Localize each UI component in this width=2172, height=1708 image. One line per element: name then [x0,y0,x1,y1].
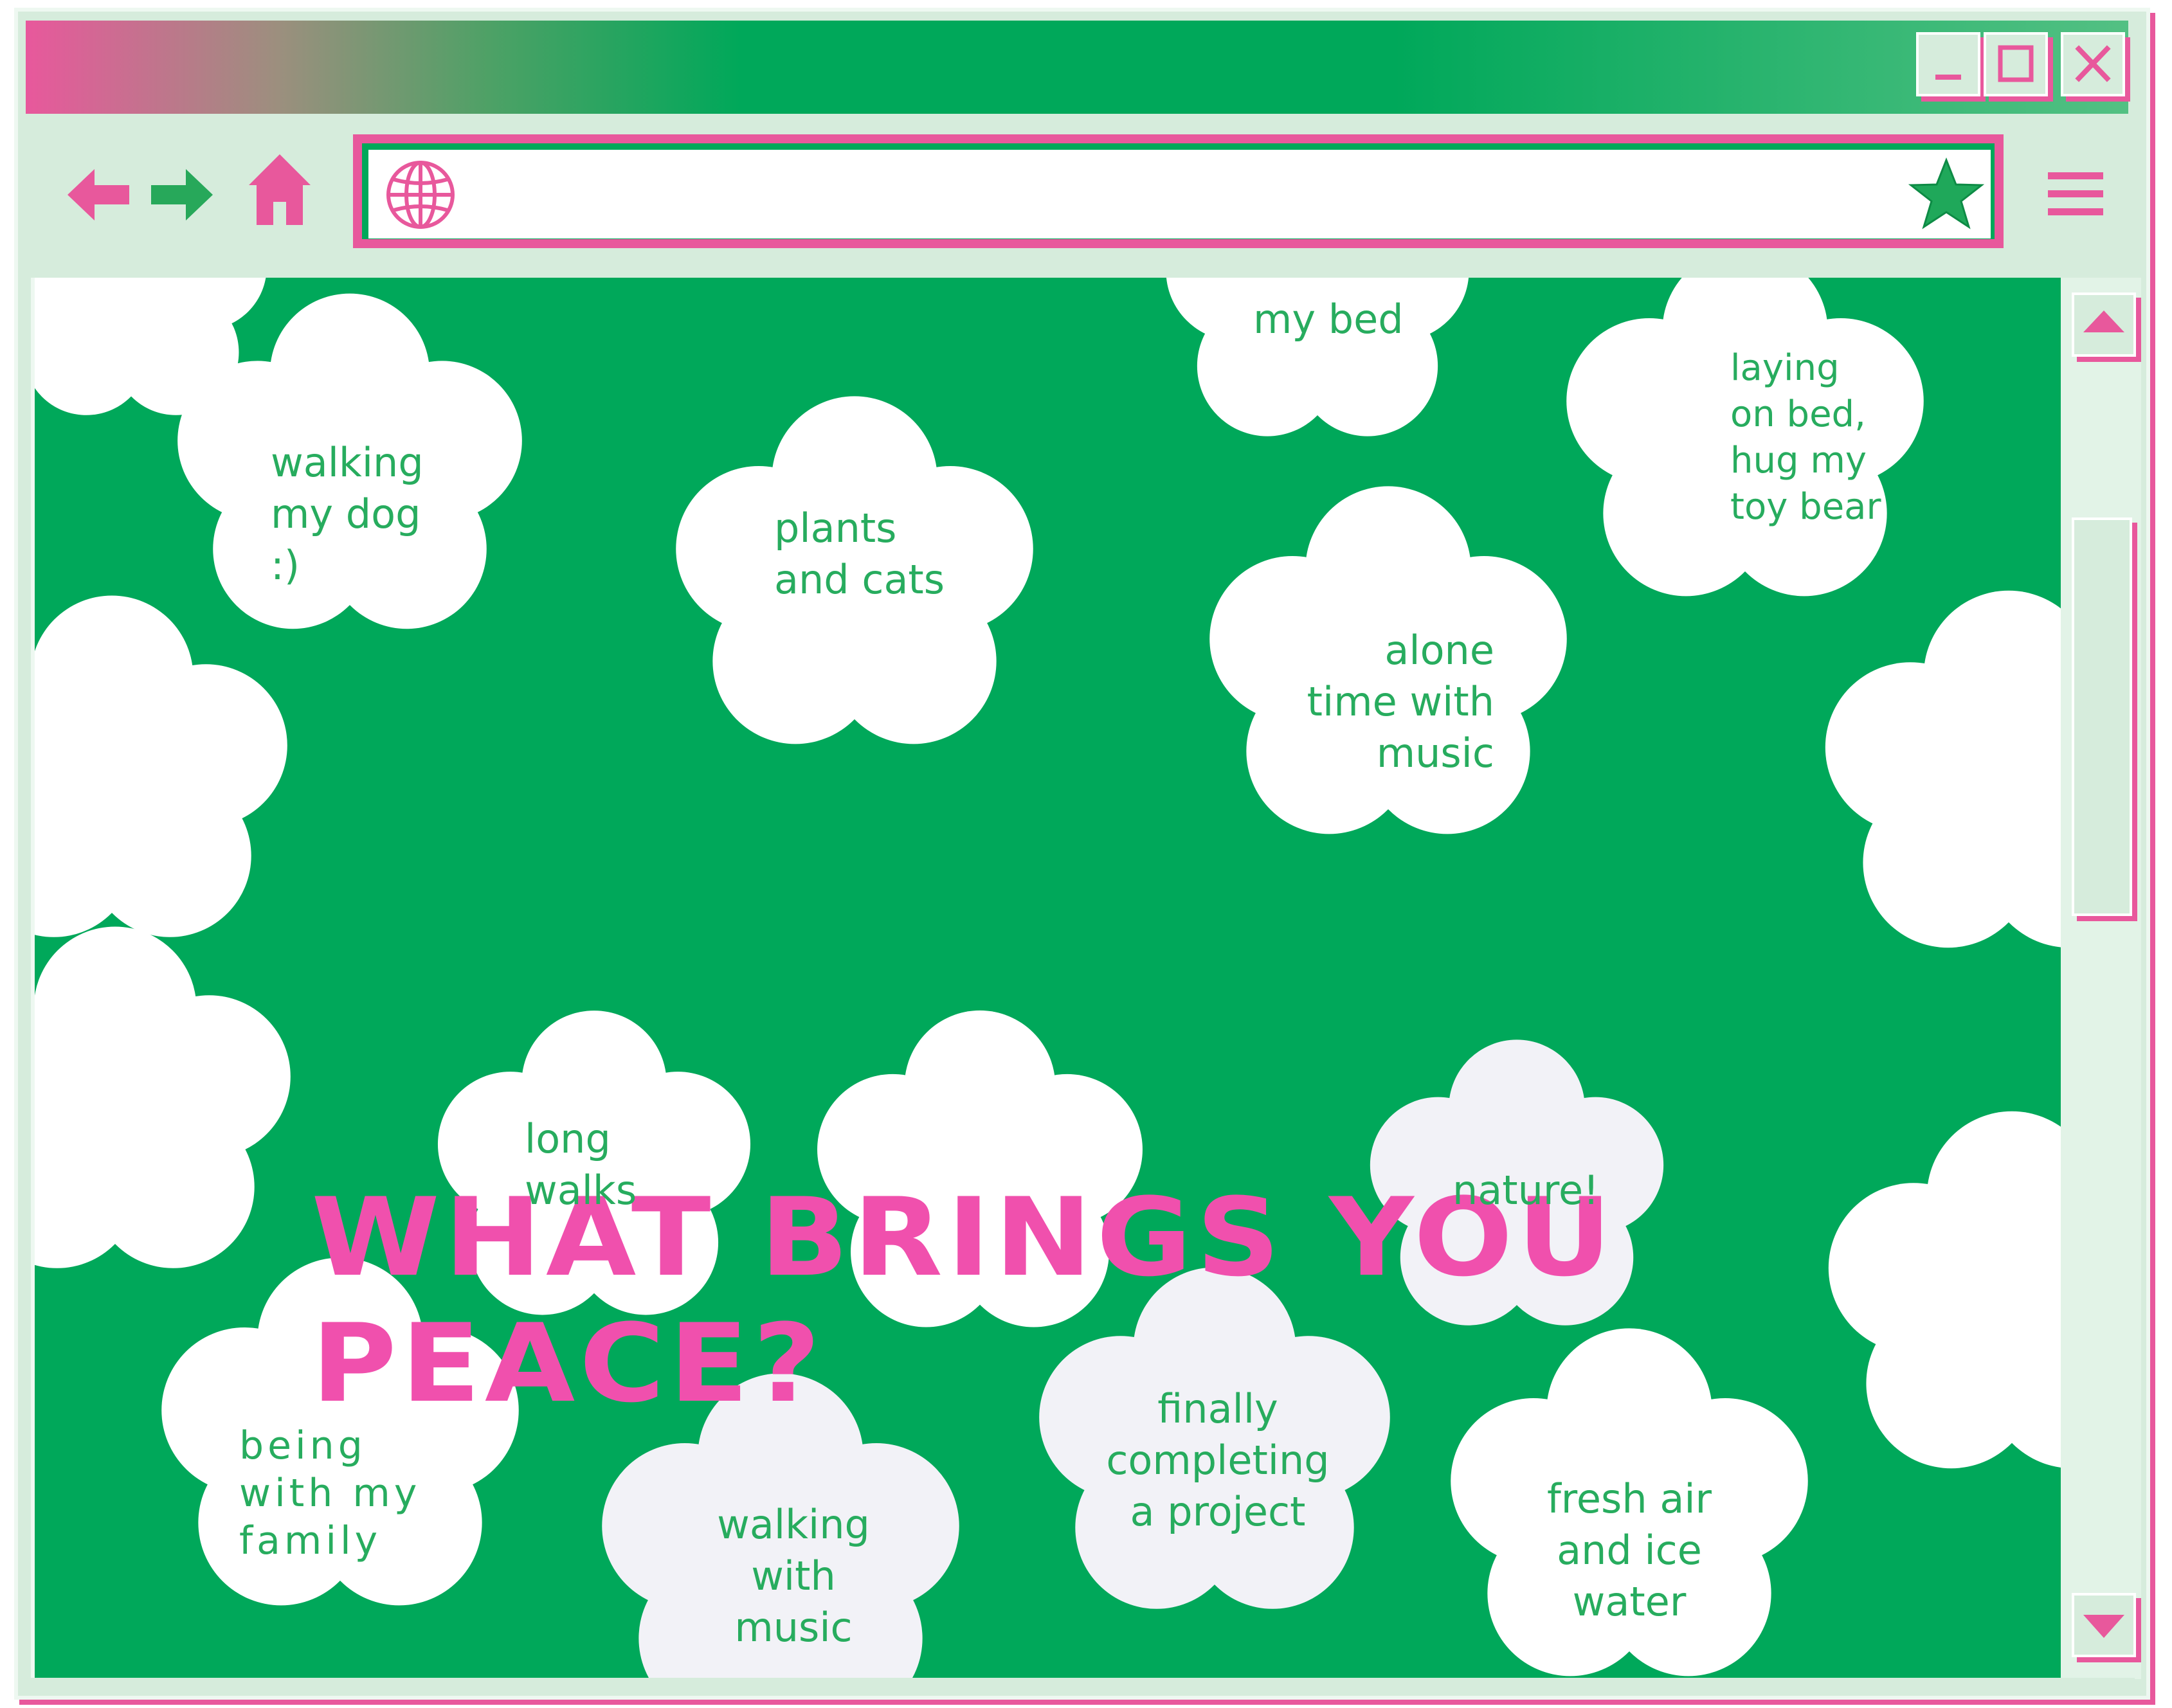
arrow-right-icon[interactable] [151,166,215,224]
url-input[interactable] [469,164,1887,223]
star-icon[interactable] [1908,157,1984,231]
home-icon[interactable] [248,153,312,227]
triangle-down-icon [2083,1615,2124,1638]
note-walking-with-music: walking with music [717,1501,870,1651]
note-long-walks: long walks [525,1115,637,1214]
note-nature: nature! [1453,1167,1600,1214]
arrow-left-icon[interactable] [68,166,132,224]
globe-icon [386,161,455,229]
note-being-with-my-family: being with my family [239,1423,421,1563]
note-finally-completing-a-project: finally completing a project [1106,1385,1330,1535]
close-button[interactable] [2061,32,2125,96]
scroll-up-button[interactable] [2072,292,2136,357]
minimize-button[interactable] [1916,32,1980,96]
title-bar[interactable] [26,21,2128,114]
scroll-thumb[interactable] [2072,517,2132,916]
note-fresh-air-and-ice-water: fresh air and ice water [1546,1475,1712,1625]
maximize-icon [1998,45,2034,82]
page-content: WHAT BRINGS YOU PEACE? walking my dog :)… [31,278,2061,1678]
browser-window: WHAT BRINGS YOU PEACE? walking my dog :)… [0,0,2172,1708]
triangle-up-icon [2083,310,2124,332]
note-alone-time-with-music: alone time with music [1307,627,1494,777]
scrollbar-track[interactable] [2061,278,2141,1679]
minimize-icon [1935,75,1961,80]
note-walking-my-dog: walking my dog :) [271,439,424,589]
note-my-bed: my bed [1253,296,1404,343]
scroll-down-button[interactable] [2072,1593,2136,1657]
note-laying-on-bed: laying on bed, hug my toy bear [1730,347,1881,528]
window-bottom-border [26,1678,2135,1692]
close-icon [2075,45,2111,82]
hamburger-menu-icon[interactable] [2047,168,2106,220]
note-plants-and-cats: plants and cats [774,505,945,603]
maximize-button[interactable] [1984,32,2048,96]
